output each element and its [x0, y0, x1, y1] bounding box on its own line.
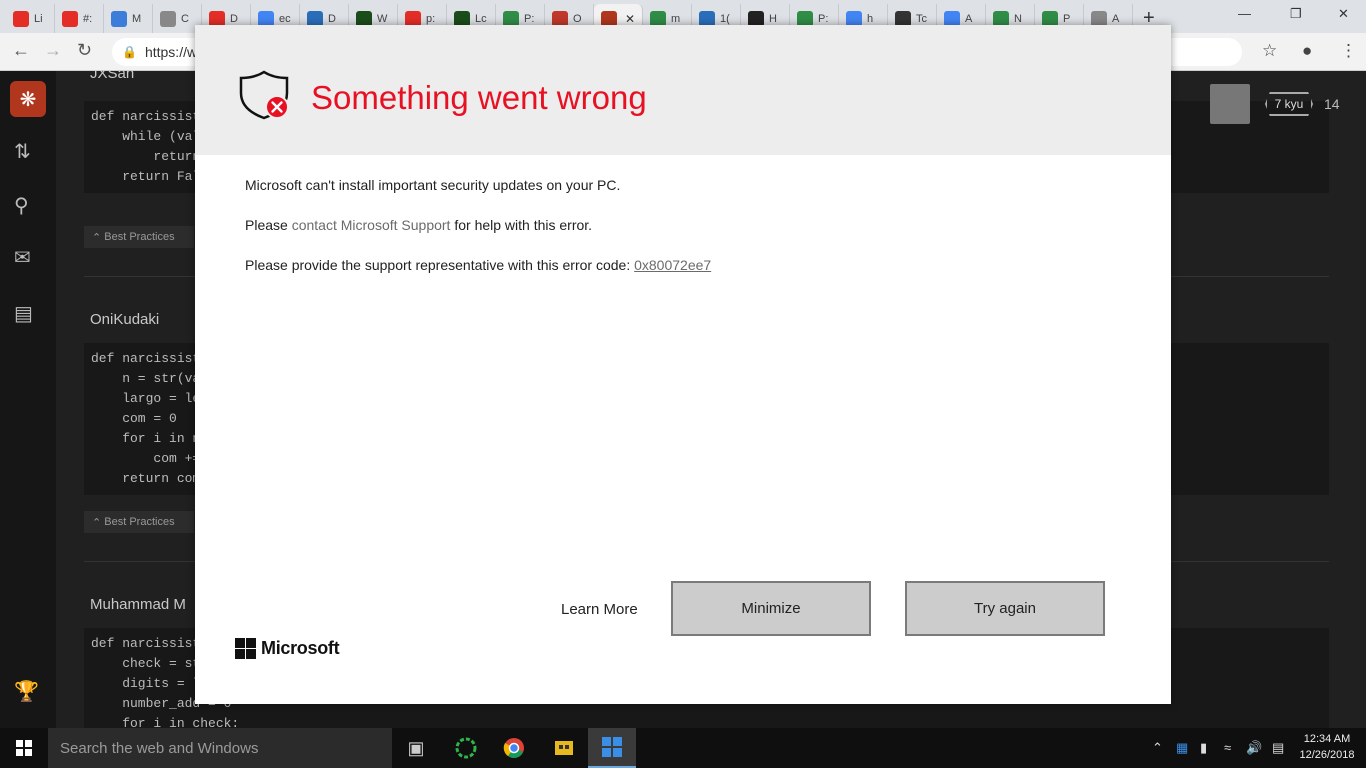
- site-sidebar: ❋ ⇅ ⚲ ✉ ▤ 🏆: [0, 71, 56, 728]
- windows-defender-icon[interactable]: ▦: [1176, 740, 1188, 756]
- trophy-icon[interactable]: 🏆: [14, 679, 39, 704]
- message-line: Microsoft can't install important securi…: [245, 177, 621, 193]
- url-text: https://w: [144, 44, 198, 60]
- dialog-title: Something went wrong: [311, 79, 647, 116]
- task-view-icon[interactable]: ▣: [392, 728, 440, 768]
- reload-icon[interactable]: ↻: [77, 40, 92, 61]
- tab-title: H: [769, 12, 777, 25]
- tab-favicon-icon: [13, 10, 29, 27]
- menu-icon[interactable]: ⋮: [1340, 41, 1357, 61]
- avatar[interactable]: [1210, 84, 1250, 124]
- code-line: for i in check:: [91, 716, 240, 728]
- error-code-link[interactable]: 0x80072ee7: [634, 257, 711, 273]
- taskbar-clock[interactable]: 12:34 AM 12/26/2018: [1296, 731, 1358, 763]
- message-line: Please contact Microsoft Support for hel…: [245, 217, 593, 233]
- tab-title: 1(: [720, 12, 730, 25]
- rank-badge: 7 kyu: [1265, 92, 1313, 116]
- tab-title: P:: [818, 12, 829, 25]
- learn-more-link[interactable]: Learn More: [561, 601, 638, 618]
- browser-tab[interactable]: Li: [6, 4, 55, 33]
- tab-favicon-icon: [160, 10, 176, 27]
- windows-update-icon[interactable]: [588, 728, 636, 768]
- message-line: Please provide the support representativ…: [245, 257, 712, 273]
- clock-time: 12:34 AM: [1303, 733, 1351, 745]
- browser-tab[interactable]: #:: [55, 4, 104, 33]
- chrome-icon[interactable]: [490, 728, 538, 768]
- tab-title: A: [965, 12, 973, 25]
- tab-title: D: [328, 12, 336, 25]
- tab-title: Lc: [475, 12, 487, 25]
- tab-title: p:: [426, 12, 436, 25]
- fork-icon[interactable]: ⚲: [14, 193, 29, 218]
- dialog-header: Something went wrong: [195, 25, 1171, 155]
- taskbar-search[interactable]: Search the web and Windows: [48, 728, 392, 768]
- start-button[interactable]: [0, 728, 48, 768]
- app-circle-icon[interactable]: [442, 728, 490, 768]
- discuss-icon[interactable]: ✉: [14, 245, 31, 270]
- tab-title: ec: [279, 12, 291, 25]
- tab-title: O: [573, 12, 582, 25]
- lock-icon: 🔒: [122, 45, 137, 59]
- tab-title: D: [230, 12, 238, 25]
- tab-favicon-icon: [62, 10, 78, 27]
- battery-icon[interactable]: ▮: [1200, 740, 1207, 756]
- docs-icon[interactable]: ▤: [14, 301, 33, 326]
- tab-title: N: [1014, 12, 1022, 25]
- notifications-icon[interactable]: ▤: [1272, 740, 1284, 756]
- try-again-button[interactable]: Try again: [905, 581, 1105, 636]
- tab-title: A: [1112, 12, 1120, 25]
- forward-icon[interactable]: →: [44, 40, 62, 61]
- close-window-icon[interactable]: ✕: [1338, 6, 1349, 22]
- file-manager-icon[interactable]: [540, 728, 588, 768]
- wifi-icon[interactable]: ≈: [1224, 740, 1231, 755]
- tab-title: M: [132, 12, 142, 25]
- tab-title: Tc: [916, 12, 927, 25]
- windows-logo-icon: [235, 638, 256, 659]
- bookmark-star-icon[interactable]: ☆: [1262, 41, 1277, 61]
- browser-tab[interactable]: M: [104, 4, 153, 33]
- error-dialog: Something went wrong Microsoft can't ins…: [195, 25, 1171, 704]
- tab-title: Li: [34, 12, 43, 25]
- windows-taskbar: Search the web and Windows ▣ ⌃ ▦ ▮ ≈ 🔊 ▤…: [0, 728, 1366, 768]
- solution-username[interactable]: Muhammad M: [90, 596, 186, 613]
- best-practices-button[interactable]: ⌃ Best Practices: [84, 511, 194, 533]
- tab-title: #:: [83, 12, 93, 25]
- minimize-window-icon[interactable]: —: [1238, 6, 1251, 21]
- honor-count: 14: [1324, 96, 1340, 112]
- minimize-button[interactable]: Minimize: [671, 581, 871, 636]
- solution-username[interactable]: JXSan: [90, 71, 134, 82]
- tab-title: P: [1063, 12, 1071, 25]
- contact-support-link[interactable]: contact Microsoft Support: [292, 217, 451, 233]
- profile-icon[interactable]: ●: [1302, 41, 1312, 61]
- tab-title: C: [181, 12, 189, 25]
- tab-title: P:: [524, 12, 535, 25]
- solution-username[interactable]: OniKudaki: [90, 311, 159, 328]
- microsoft-wordmark: Microsoft: [261, 638, 340, 658]
- dialog-message: Microsoft can't install important securi…: [245, 177, 711, 297]
- tab-title: h: [867, 12, 874, 25]
- volume-icon[interactable]: 🔊: [1246, 740, 1262, 756]
- back-icon[interactable]: ←: [12, 40, 30, 61]
- shield-error-icon: [239, 70, 289, 120]
- chevron-up-icon[interactable]: ⌃: [1152, 740, 1163, 756]
- microsoft-logo: Microsoft: [235, 638, 340, 659]
- windows-start-icon: [16, 740, 32, 756]
- kata-icon[interactable]: ⇅: [14, 139, 31, 164]
- clock-date: 12/26/2018: [1299, 749, 1355, 761]
- restore-window-icon[interactable]: ❐: [1290, 6, 1302, 22]
- tab-title: m: [671, 12, 681, 25]
- tab-title: W: [377, 12, 388, 25]
- tab-favicon-icon: [111, 10, 127, 27]
- best-practices-button[interactable]: ⌃ Best Practices: [84, 226, 194, 248]
- tab-close-icon[interactable]: ✕: [625, 12, 635, 26]
- site-logo-icon[interactable]: ❋: [10, 81, 46, 117]
